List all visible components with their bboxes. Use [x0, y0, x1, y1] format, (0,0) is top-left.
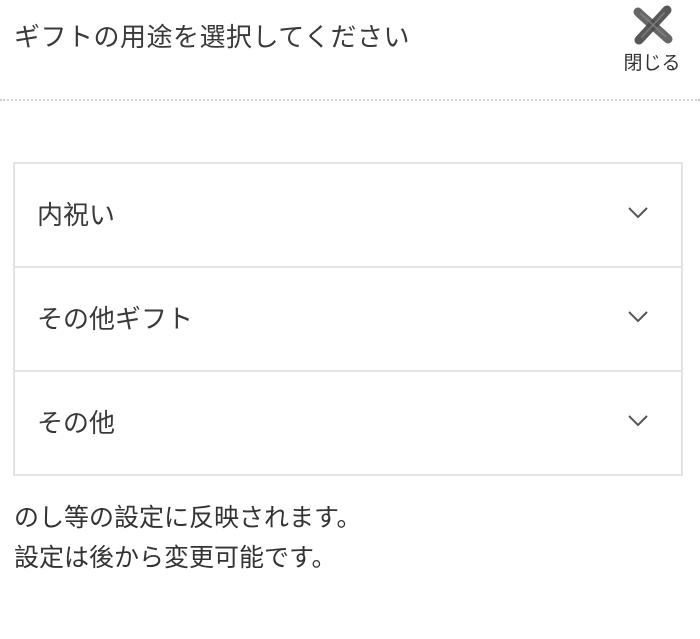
close-icon[interactable]	[632, 4, 674, 46]
chevron-down-icon[interactable]	[627, 310, 649, 324]
accordion-item-uchiiwai[interactable]: 内祝い	[15, 164, 681, 268]
note-line-2: 設定は後から変更可能です。	[14, 543, 337, 572]
chevron-down-icon[interactable]	[627, 206, 649, 220]
accordion-item-other[interactable]: その他	[15, 372, 681, 474]
chevron-down-icon[interactable]	[627, 414, 649, 428]
note-line-1: のし等の設定に反映されます。	[14, 503, 362, 532]
accordion-item-other-gift[interactable]: その他ギフト	[15, 268, 681, 372]
page-title: ギフトの用途を選択してください	[14, 23, 410, 53]
gift-purpose-list: 内祝い その他ギフト その他	[13, 162, 683, 476]
modal-header: ギフトの用途を選択してください 閉じる	[0, 0, 700, 101]
info-note: のし等の設定に反映されます。 設定は後から変更可能です。	[14, 498, 362, 578]
close-label[interactable]: 閉じる	[614, 50, 690, 76]
close-button[interactable]: 閉じる	[614, 4, 690, 80]
accordion-item-label[interactable]: その他ギフト	[37, 302, 193, 338]
accordion-item-label[interactable]: 内祝い	[37, 198, 115, 234]
accordion-item-label[interactable]: その他	[37, 406, 115, 442]
